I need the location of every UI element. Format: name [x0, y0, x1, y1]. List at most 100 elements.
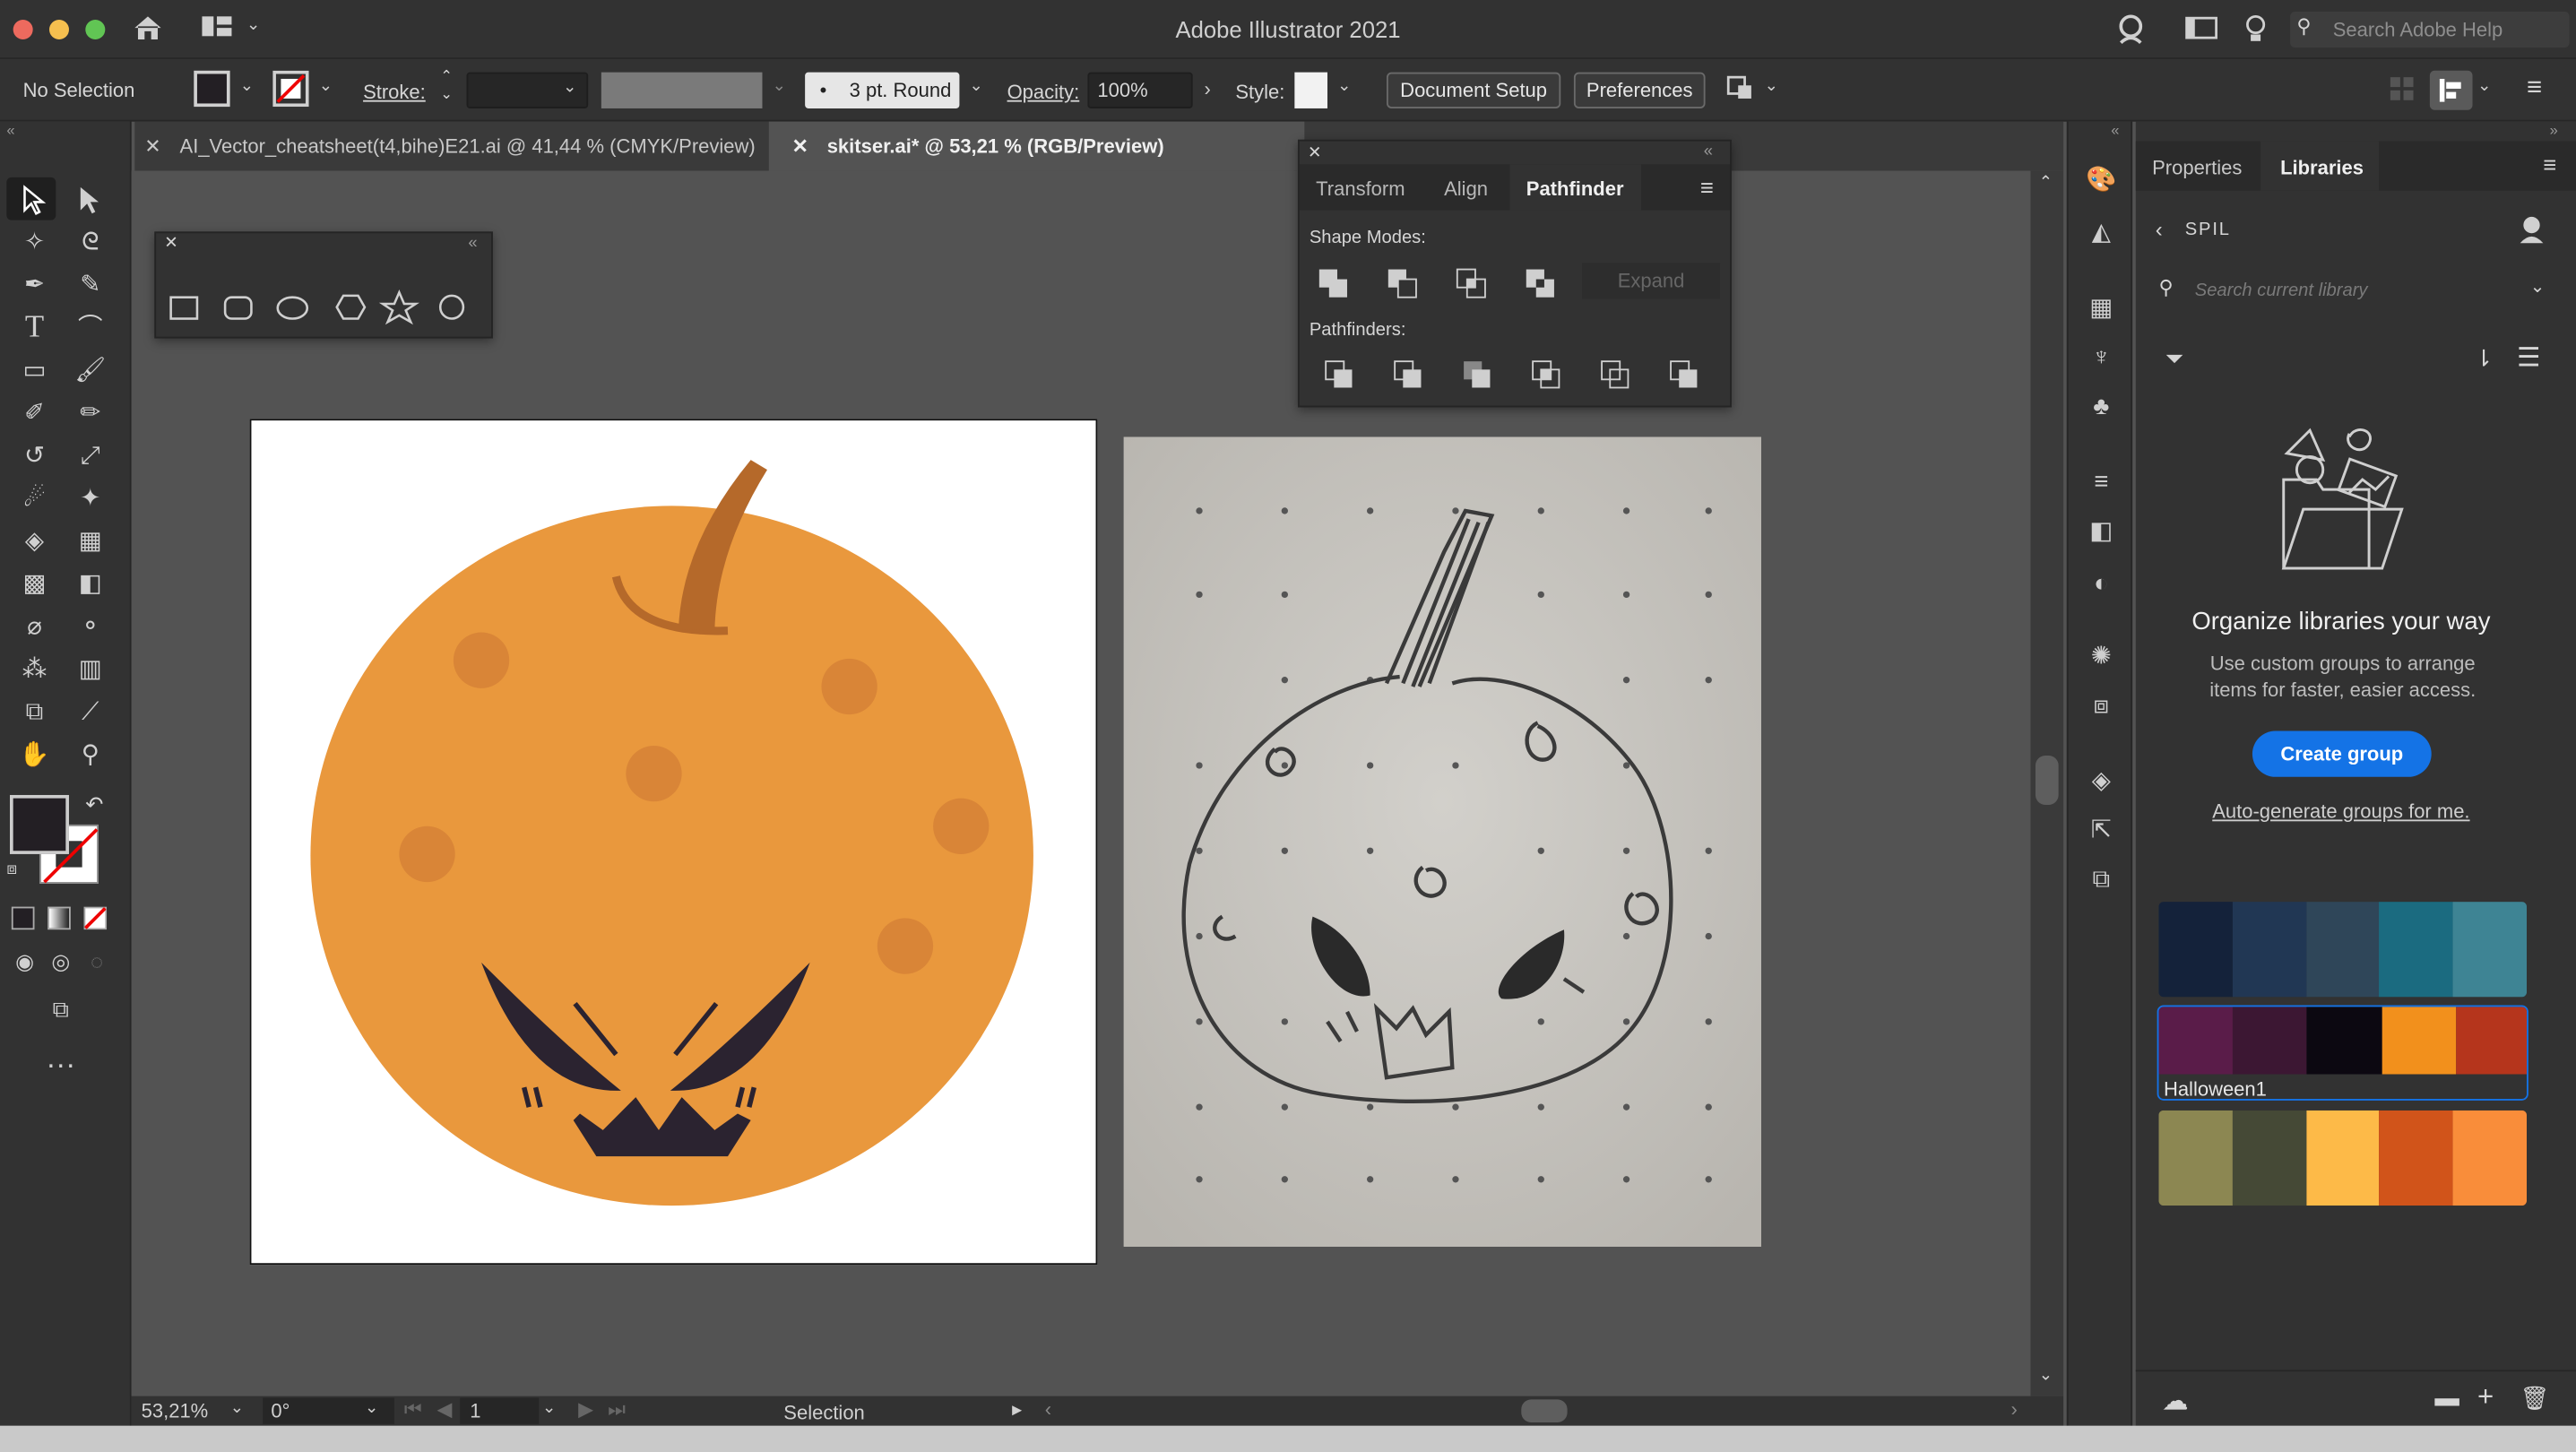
gradient-panel-icon[interactable]: ◧	[2081, 513, 2121, 552]
puppet-warp-tool-icon[interactable]: ✦	[69, 480, 112, 519]
panel-menu-icon[interactable]: ≡	[1700, 174, 1714, 200]
gradient-tool-icon[interactable]: ◧	[69, 565, 112, 604]
line-segment-tool-icon[interactable]: ⌒	[69, 309, 112, 349]
tab-pathfinder[interactable]: Pathfinder	[1509, 164, 1642, 211]
back-chevron-icon[interactable]: ‹	[2156, 217, 2163, 241]
rectangle-tool-icon[interactable]	[169, 296, 199, 320]
lightbulb-icon[interactable]	[2244, 13, 2268, 47]
opacity-input[interactable]: 100%	[1087, 72, 1193, 108]
appearance-icon[interactable]: ✺	[2081, 637, 2121, 677]
chevron-down-icon[interactable]: ⌄	[1337, 77, 1351, 95]
swatch[interactable]	[2455, 1007, 2528, 1075]
last-artboard-icon[interactable]: ⏭	[608, 1398, 626, 1422]
zoom-level[interactable]: 53,21%	[142, 1399, 209, 1422]
scroll-up-icon[interactable]: ⌃	[2039, 174, 2053, 192]
flare-tool-icon[interactable]	[438, 294, 465, 320]
new-folder-icon[interactable]: ▬	[2434, 1385, 2459, 1413]
stroke-label[interactable]: Stroke:	[363, 81, 426, 104]
transparency-icon[interactable]: ◐	[2081, 565, 2121, 604]
minus-front-icon[interactable]	[1385, 266, 1421, 302]
chevron-down-icon[interactable]: ⌄	[772, 77, 785, 95]
ellipse-tool-icon[interactable]	[276, 296, 309, 320]
menu-icon[interactable]: ≡	[2527, 73, 2542, 103]
brushes-icon[interactable]: ♆	[2081, 339, 2121, 378]
chevron-down-icon[interactable]: ⌄	[1765, 77, 1778, 95]
previous-artboard-icon[interactable]: ◀	[437, 1398, 453, 1422]
hand-tool-icon[interactable]: ✋	[13, 736, 56, 775]
chevron-down-icon[interactable]: ⌄	[542, 1399, 556, 1417]
draw-inside-icon[interactable]: ◌	[75, 943, 118, 982]
scroll-thumb[interactable]	[2035, 755, 2059, 805]
next-artboard-icon[interactable]: ▶	[578, 1398, 593, 1422]
arrange-documents-icon[interactable]	[2185, 16, 2218, 39]
horizontal-scroll-thumb[interactable]	[1521, 1399, 1568, 1423]
swatch[interactable]	[2305, 1110, 2380, 1206]
panel-menu-icon[interactable]: ≡	[2543, 151, 2556, 177]
close-tab-icon[interactable]: ✕	[791, 134, 808, 158]
curvature-tool-icon[interactable]: ✎	[69, 266, 112, 306]
preferences-button[interactable]: Preferences	[1573, 72, 1706, 108]
library-search-input[interactable]: ⚲ Search current library ⌄	[2156, 270, 2556, 313]
rounded-rectangle-tool-icon[interactable]	[223, 296, 253, 320]
swatch[interactable]	[2379, 1110, 2453, 1206]
symbols-icon[interactable]: ♣	[2081, 387, 2121, 427]
chevron-right-icon[interactable]: ›	[1205, 77, 1211, 100]
swatch[interactable]	[2233, 1007, 2308, 1075]
minus-back-icon[interactable]	[1667, 359, 1703, 394]
swap-colors-icon[interactable]: ↶	[85, 791, 103, 817]
swatch[interactable]	[2382, 1007, 2456, 1075]
artboards-icon[interactable]: ⧉	[2081, 860, 2121, 900]
create-group-button[interactable]: Create group	[2252, 730, 2432, 777]
fill-color-box[interactable]	[9, 794, 69, 854]
tab-properties[interactable]: Properties	[2152, 156, 2242, 179]
document-setup-button[interactable]: Document Setup	[1386, 72, 1561, 108]
divide-icon[interactable]	[1322, 359, 1358, 394]
chevron-down-icon[interactable]: ⌄	[969, 77, 982, 95]
layers-icon[interactable]: ◈	[2081, 762, 2121, 801]
swatch[interactable]	[2307, 1007, 2382, 1075]
chevron-down-icon[interactable]: ⌄	[230, 1399, 244, 1417]
type-tool-icon[interactable]: T	[13, 309, 56, 349]
magic-wand-tool-icon[interactable]: ✧	[13, 223, 56, 263]
color-guide-icon[interactable]: 🎨	[2081, 161, 2121, 201]
collapse-icon[interactable]: «	[2111, 122, 2119, 138]
artboard-number-input[interactable]: 1	[460, 1397, 540, 1424]
stroke-panel-icon[interactable]: ≡	[2081, 463, 2121, 503]
brush-definition-dropdown[interactable]: • 3 pt. Round	[805, 72, 960, 108]
mesh-tool-icon[interactable]: ▩	[13, 565, 56, 604]
gradient-mode-icon[interactable]	[48, 906, 71, 930]
zoom-tool-icon[interactable]: ⚲	[69, 736, 112, 775]
first-artboard-icon[interactable]: ⏮	[404, 1398, 422, 1422]
color-mode-icon[interactable]	[11, 906, 35, 930]
graphic-style-swatch[interactable]	[1294, 72, 1327, 108]
swatch[interactable]	[2305, 902, 2380, 998]
screen-mode-icon[interactable]: ⧉	[39, 989, 82, 1028]
lasso-tool-icon[interactable]: ᘓ	[69, 223, 112, 263]
pumpkin-artwork[interactable]	[251, 420, 1095, 1263]
polygon-tool-icon[interactable]	[335, 294, 367, 320]
swatch[interactable]	[2158, 1007, 2234, 1075]
collapse-icon[interactable]: «	[6, 122, 14, 138]
user-account-icon[interactable]	[2116, 13, 2149, 47]
merge-icon[interactable]	[1460, 359, 1496, 394]
artboard-tool-icon[interactable]: ⧉	[13, 693, 56, 732]
expand-button[interactable]: Expand	[1582, 263, 1721, 299]
image-trace-icon[interactable]: ◭	[2081, 213, 2121, 253]
tab-libraries[interactable]: Libraries	[2260, 141, 2380, 191]
canvas-area[interactable]	[131, 170, 2031, 1396]
shaper-tool-icon[interactable]: ✐	[13, 394, 56, 434]
trim-icon[interactable]	[1391, 359, 1427, 394]
shape-builder-tool-icon[interactable]: ◈	[13, 523, 56, 562]
list-view-icon[interactable]: ☰	[2517, 341, 2540, 375]
rotate-tool-icon[interactable]: ↺	[13, 436, 56, 476]
stroke-weight-input[interactable]: ⌄	[466, 72, 589, 108]
scale-tool-icon[interactable]: ⤢	[69, 436, 112, 476]
tab-transform[interactable]: Transform	[1316, 177, 1405, 201]
perspective-grid-tool-icon[interactable]: ▦	[69, 523, 112, 562]
collapse-icon[interactable]: «	[1704, 143, 1713, 160]
chevron-down-icon[interactable]: ⌄	[2530, 276, 2546, 298]
placed-sketch-image[interactable]	[1123, 436, 1761, 1247]
swatch[interactable]	[2452, 1110, 2527, 1206]
none-mode-icon[interactable]	[83, 906, 108, 930]
selection-tool-icon[interactable]	[16, 184, 49, 217]
